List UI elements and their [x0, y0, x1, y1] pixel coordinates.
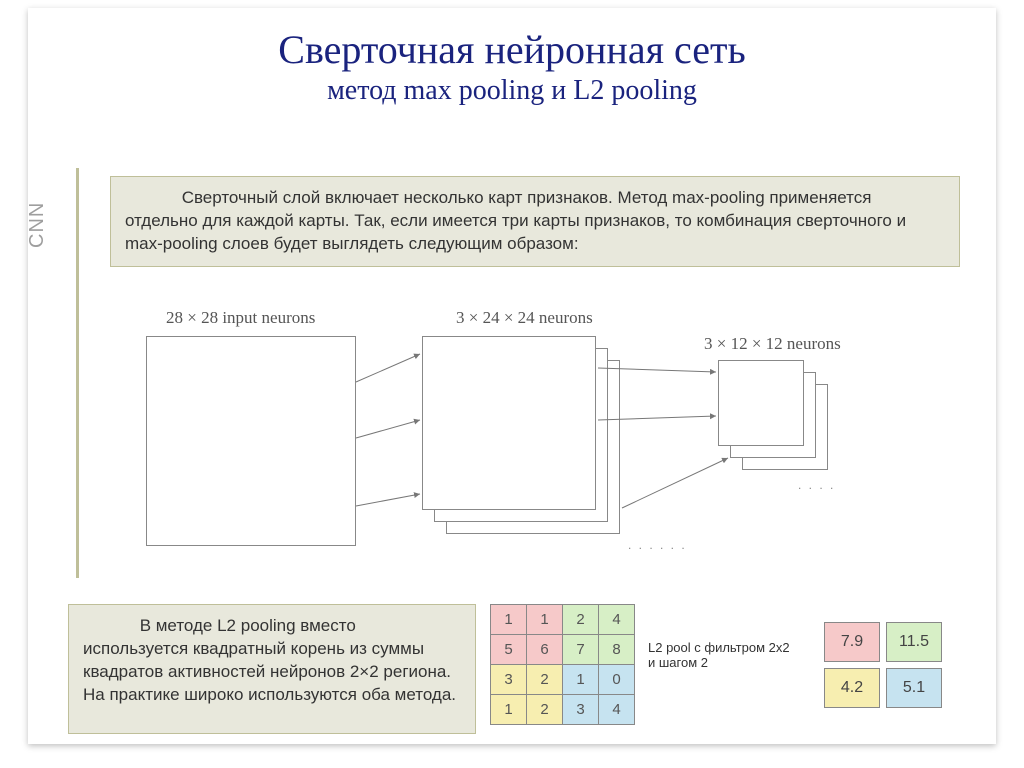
slide: Сверточная нейронная сеть метод max pool… — [28, 8, 996, 744]
l2-input-grid: 1 1 2 4 5 6 7 8 3 2 1 0 1 2 3 4 — [490, 604, 635, 725]
grid-cell: 4.2 — [824, 668, 880, 708]
diagram-label-input: 28 × 28 input neurons — [166, 308, 315, 328]
grid-cell: 7.9 — [824, 622, 880, 662]
grid-cell: 1 — [527, 605, 563, 635]
grid-cell: 5 — [491, 635, 527, 665]
grid-cell: 11.5 — [886, 622, 942, 662]
grid-cell: 4 — [599, 605, 635, 635]
grid-cell: 3 — [491, 665, 527, 695]
grid-cell: 0 — [599, 665, 635, 695]
diagram-feature-map — [422, 336, 596, 510]
grid-cell: 1 — [491, 605, 527, 635]
grid-cell: 2 — [563, 605, 599, 635]
grid-cell: 4 — [599, 695, 635, 725]
grid-cell: 8 — [599, 635, 635, 665]
grid-cell: 1 — [563, 665, 599, 695]
dots: . . . . . . — [628, 538, 687, 552]
grid-cell: 7 — [563, 635, 599, 665]
slide-title: Сверточная нейронная сеть — [68, 26, 956, 73]
grid-cell: 2 — [527, 695, 563, 725]
slide-title-block: Сверточная нейронная сеть метод max pool… — [28, 8, 996, 121]
cnn-diagram: 28 × 28 input neurons 3 × 24 × 24 neuron… — [128, 308, 948, 588]
grid-cell: 6 — [527, 635, 563, 665]
grid-cell: 2 — [527, 665, 563, 695]
slide-subtitle: метод max pooling и L2 pooling — [68, 75, 956, 107]
l2-output-grid: 7.9 11.5 4.2 5.1 — [818, 616, 948, 714]
paragraph-top: Сверточный слой включает несколько карт … — [110, 176, 960, 267]
sidebar-divider — [76, 168, 79, 578]
l2-caption: L2 pool c фильтром 2x2 и шагом 2 — [648, 640, 798, 670]
diagram-pooled-map — [718, 360, 804, 446]
diagram-label-features: 3 × 24 × 24 neurons — [456, 308, 593, 328]
sidebar-label: CNN — [26, 202, 49, 248]
grid-cell: 5.1 — [886, 668, 942, 708]
diagram-label-pooled: 3 × 12 × 12 neurons — [704, 334, 841, 354]
grid-cell: 1 — [491, 695, 527, 725]
grid-cell: 3 — [563, 695, 599, 725]
diagram-input-box — [146, 336, 356, 546]
dots: . . . . — [798, 478, 835, 492]
paragraph-bottom: В методе L2 pooling вместо используется … — [68, 604, 476, 734]
